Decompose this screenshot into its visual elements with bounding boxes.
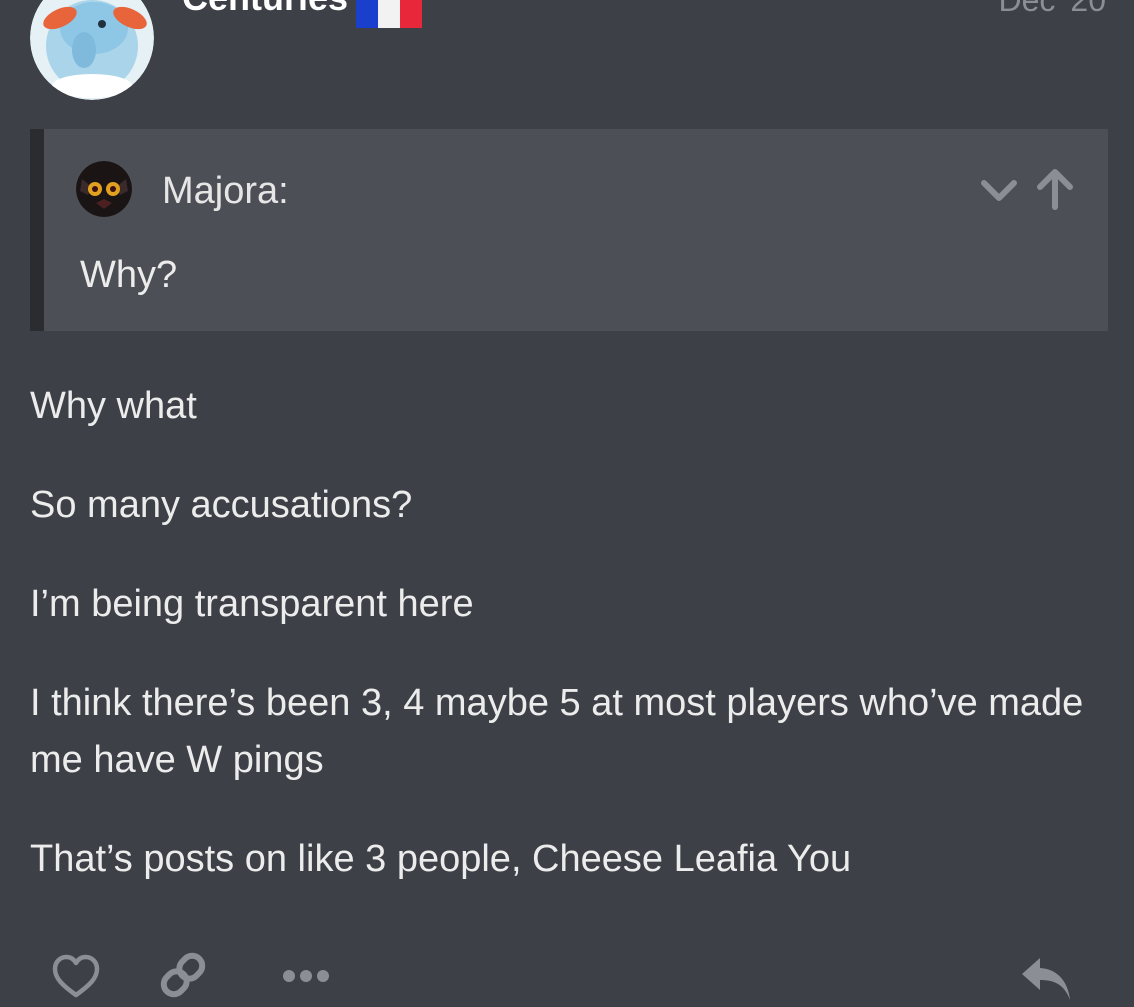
quote-author-avatar[interactable] <box>76 161 132 217</box>
heart-icon[interactable] <box>52 953 100 1001</box>
post-paragraph: Why what <box>30 385 197 427</box>
flag-france-icon <box>356 0 422 28</box>
post-date[interactable]: Dec '20 <box>999 0 1107 20</box>
quote-author-name: Majora: <box>162 170 289 212</box>
post-paragraph: That’s posts on like 3 people, Cheese Le… <box>30 838 852 880</box>
ellipsis-icon[interactable] <box>282 966 330 986</box>
post-paragraph: I’m being transparent here <box>30 583 474 625</box>
post-paragraph: I think there’s been 3, 4 maybe 5 at mos… <box>30 682 1084 781</box>
username[interactable]: Centuries <box>182 0 348 18</box>
quote-text: Why? <box>80 254 178 296</box>
arrow-up-icon[interactable] <box>1034 167 1076 211</box>
post-body: Why what So many accusations? I’m being … <box>30 378 1106 930</box>
link-icon[interactable] <box>158 950 208 1000</box>
post-paragraph: So many accusations? <box>30 484 413 526</box>
avatar[interactable] <box>30 0 154 100</box>
quote-block: Majora: Why? <box>30 129 1108 331</box>
reply-icon[interactable] <box>1020 954 1072 1002</box>
chevron-down-icon[interactable] <box>978 169 1020 211</box>
